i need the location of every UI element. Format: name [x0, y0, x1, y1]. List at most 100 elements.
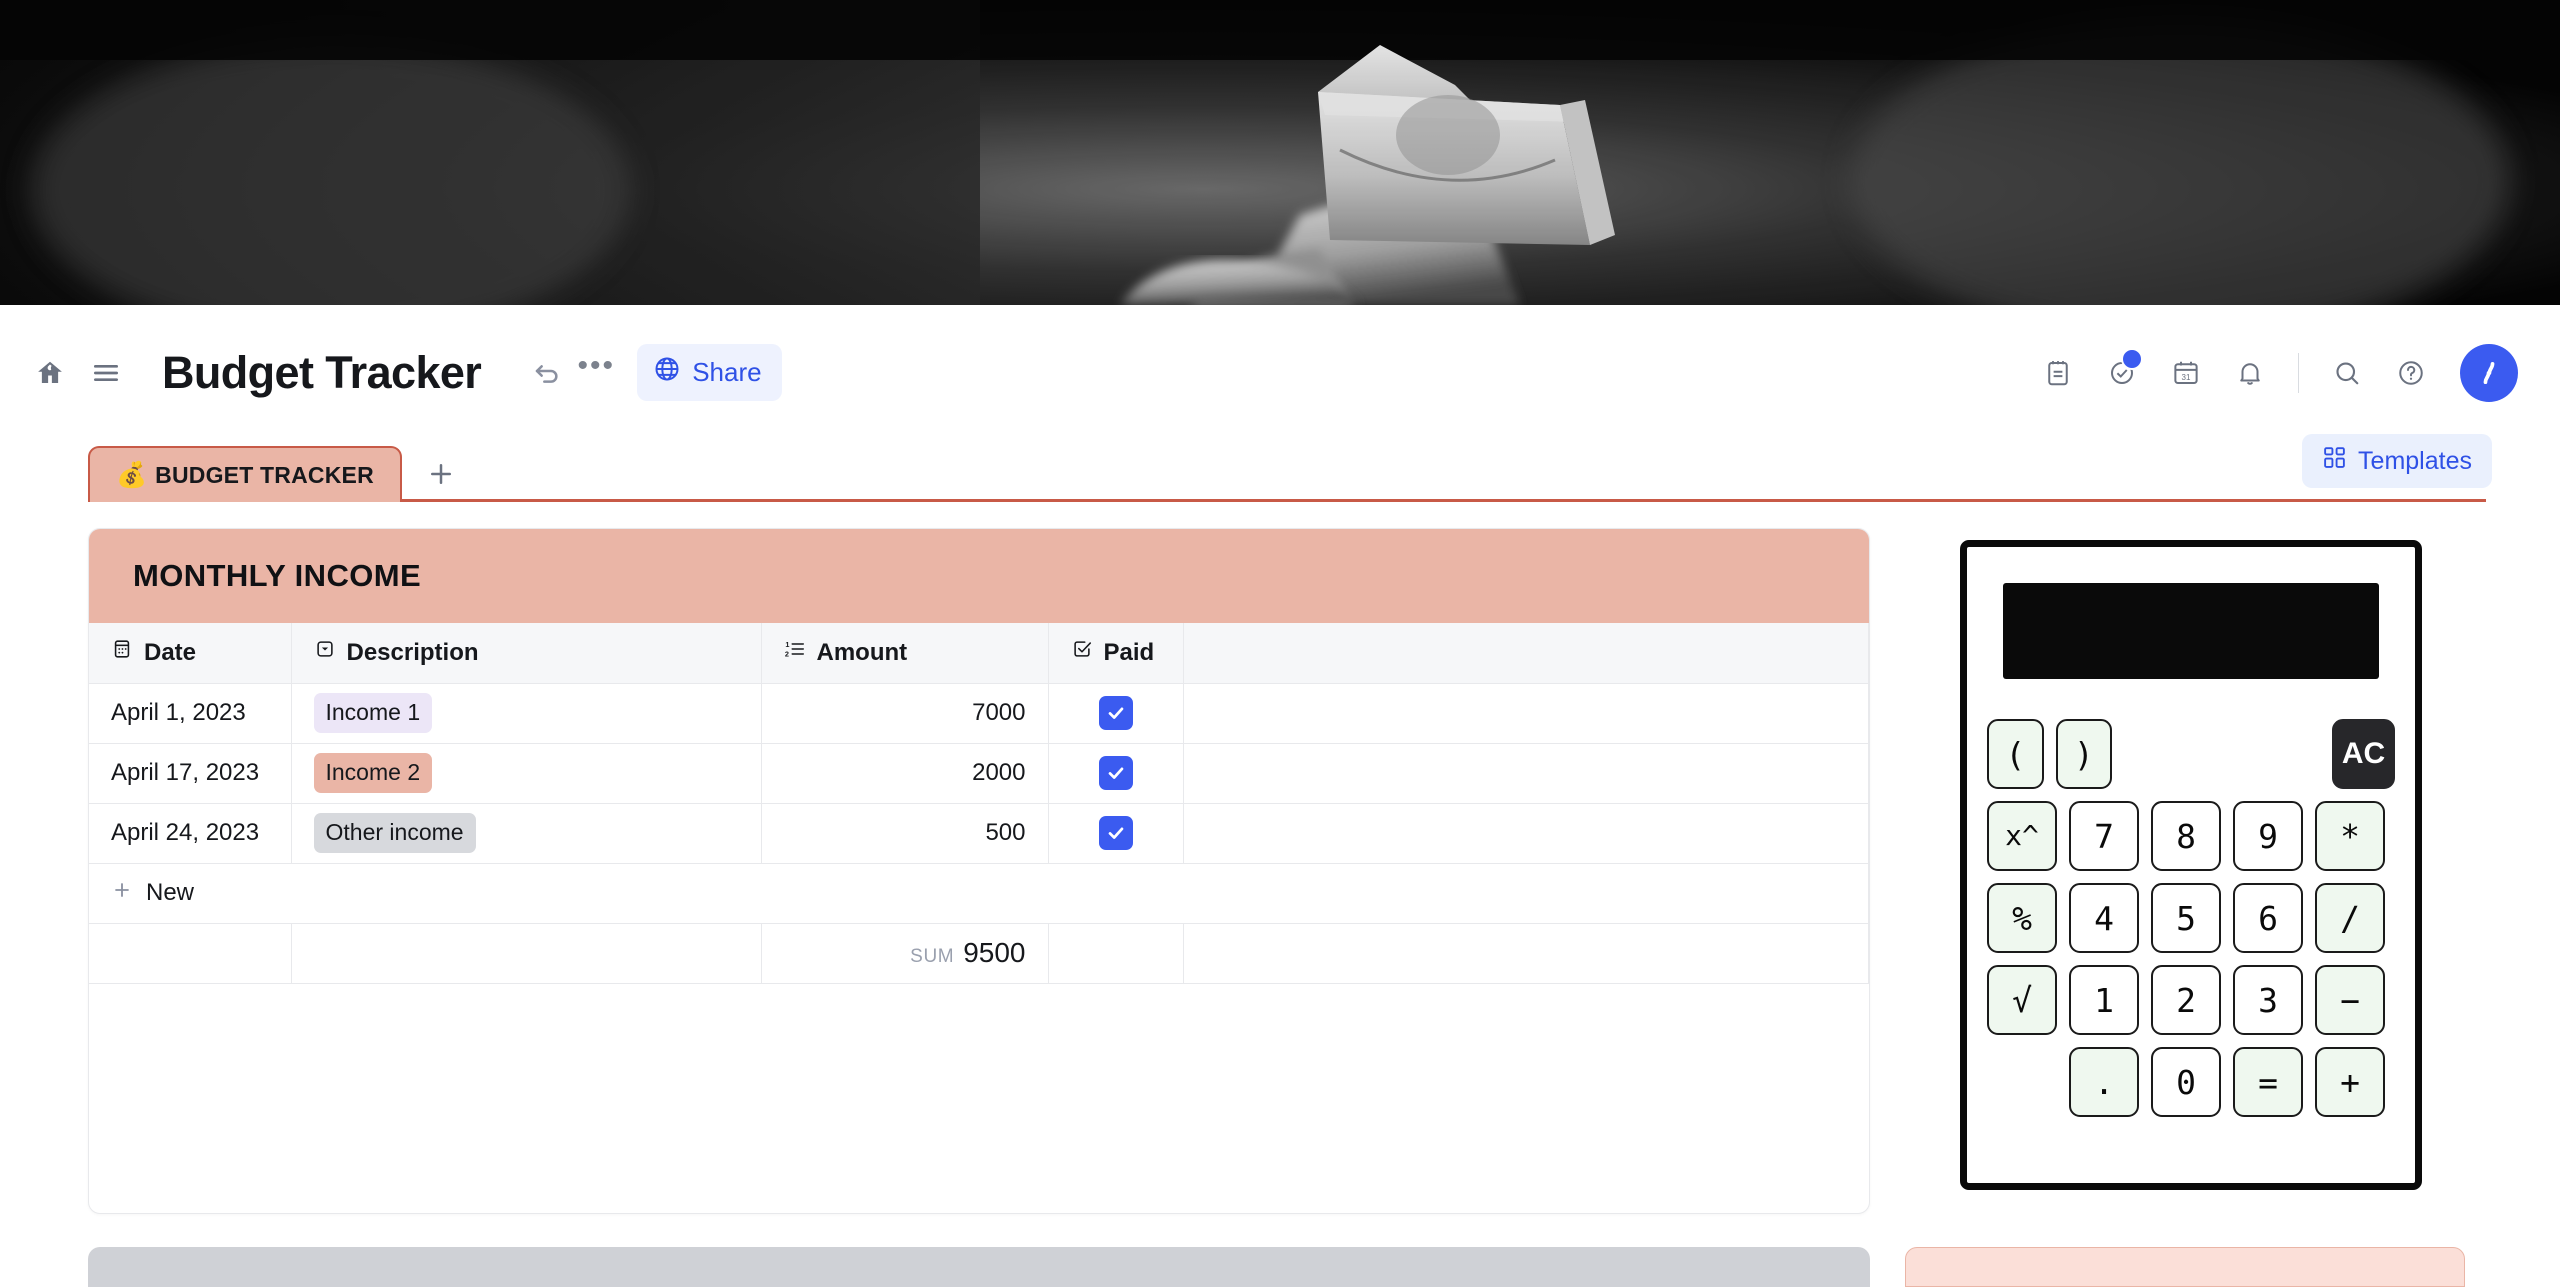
calc-key-minus[interactable]: − [2315, 965, 2385, 1035]
calc-key-4[interactable]: 4 [2069, 883, 2139, 953]
add-new-row-cell[interactable]: New [89, 863, 1869, 924]
calculator-row: x^ 7 8 9 * [1987, 801, 2395, 871]
description-tag: Other income [313, 813, 476, 853]
next-widget-card-peek[interactable] [1905, 1247, 2465, 1287]
paid-checkbox[interactable] [1098, 815, 1133, 850]
calc-row-spacer [2124, 719, 2320, 789]
home-icon[interactable] [22, 345, 78, 401]
calculator-row: √ 1 2 3 − [1987, 965, 2395, 1035]
table-row[interactable]: April 17, 2023 Income 2 2000 [89, 743, 1869, 804]
add-new-row[interactable]: New [89, 863, 1869, 924]
calc-key-3[interactable]: 3 [2233, 965, 2303, 1035]
tab-budget-tracker-label: BUDGET TRACKER [155, 461, 374, 488]
column-header-description-label: Description [346, 638, 479, 666]
calculator-row: ( ) AC [1987, 719, 2395, 789]
next-section-card-peek[interactable] [88, 1247, 1870, 1287]
calendar-field-icon [111, 638, 133, 667]
summary-amount-cell[interactable]: SUM 9500 [761, 923, 1049, 984]
cell-amount[interactable]: 500 [761, 803, 1049, 864]
card-title: MONTHLY INCOME [133, 558, 422, 593]
calc-key-2[interactable]: 2 [2151, 965, 2221, 1035]
tab-budget-tracker[interactable]: 💰 BUDGET TRACKER [88, 446, 402, 502]
cell-paid[interactable] [1048, 683, 1184, 744]
header-divider [2298, 352, 2299, 393]
calc-key-power[interactable]: x^ [1987, 801, 2057, 871]
paid-checkbox[interactable] [1098, 755, 1133, 790]
calc-key-plus[interactable]: + [2315, 1047, 2385, 1117]
undo-icon[interactable] [521, 347, 573, 399]
column-header-paid[interactable]: Paid [1048, 623, 1184, 684]
card-banner: MONTHLY INCOME [89, 529, 1869, 623]
cell-date[interactable]: April 17, 2023 [89, 743, 292, 804]
summary-spacer-rest [1183, 923, 1869, 984]
calc-key-sqrt[interactable]: √ [1987, 965, 2057, 1035]
templates-button-label: Templates [2358, 446, 2472, 475]
column-header-description[interactable]: Description [291, 623, 762, 684]
cell-description[interactable]: Other income [291, 803, 762, 864]
description-tag: Income 1 [313, 693, 433, 733]
calendar-icon[interactable]: 31 [2157, 344, 2215, 402]
templates-button[interactable]: Templates [2302, 434, 2492, 488]
calculator-display[interactable] [2003, 583, 2379, 679]
svg-text:31: 31 [2182, 372, 2191, 381]
calc-key-close-paren[interactable]: ) [2055, 719, 2113, 789]
help-circle-icon[interactable] [2382, 344, 2440, 402]
user-avatar-icon[interactable] [2460, 343, 2518, 402]
cell-paid[interactable] [1048, 743, 1184, 804]
cell-amount[interactable]: 2000 [761, 743, 1049, 804]
column-header-date[interactable]: Date [89, 623, 292, 684]
paid-checkbox[interactable] [1098, 695, 1133, 730]
share-button[interactable]: Share [637, 344, 782, 401]
summary-spacer-desc [291, 923, 762, 984]
cell-amount[interactable]: 7000 [761, 683, 1049, 744]
calc-row-spacer [1987, 1047, 2057, 1117]
calc-key-divide[interactable]: / [2315, 883, 2385, 953]
notepad-icon[interactable] [2029, 344, 2087, 402]
description-tag: Income 2 [313, 753, 433, 793]
table-header-row: Date Description 12 Amount Paid [89, 623, 1869, 684]
column-header-spacer [1183, 623, 1869, 684]
column-header-paid-label: Paid [1103, 638, 1155, 666]
money-bag-icon: 💰 [116, 460, 148, 489]
calc-key-6[interactable]: 6 [2233, 883, 2303, 953]
cell-paid[interactable] [1048, 803, 1184, 864]
more-options-button[interactable]: ••• [573, 350, 619, 396]
dropdown-field-icon [314, 638, 336, 667]
calc-key-all-clear[interactable]: AC [2332, 719, 2395, 789]
calc-key-1[interactable]: 1 [2069, 965, 2139, 1035]
calc-key-7[interactable]: 7 [2069, 801, 2139, 871]
summary-row: SUM 9500 [89, 923, 1869, 984]
cell-spacer [1183, 683, 1869, 744]
page-title: Budget Tracker [162, 346, 482, 398]
share-button-label: Share [692, 357, 762, 387]
add-tab-button[interactable] [412, 446, 470, 502]
hamburger-menu-icon[interactable] [78, 345, 134, 401]
sum-value: 9500 [963, 937, 1026, 968]
sum-label: SUM [910, 946, 955, 967]
calc-key-5[interactable]: 5 [2151, 883, 2221, 953]
cell-date[interactable]: April 1, 2023 [89, 683, 292, 744]
column-header-amount[interactable]: 12 Amount [761, 623, 1049, 684]
cell-description[interactable]: Income 1 [291, 683, 762, 744]
cell-date[interactable]: April 24, 2023 [89, 803, 292, 864]
summary-spacer-paid [1048, 923, 1184, 984]
number-field-icon: 12 [784, 638, 806, 667]
calc-key-percent[interactable]: % [1987, 883, 2057, 953]
calc-key-9[interactable]: 9 [2233, 801, 2303, 871]
calc-key-multiply[interactable]: * [2315, 801, 2385, 871]
table-row[interactable]: April 24, 2023 Other income 500 [89, 803, 1869, 864]
calc-key-8[interactable]: 8 [2151, 801, 2221, 871]
calc-key-open-paren[interactable]: ( [1987, 719, 2044, 789]
bell-icon[interactable] [2221, 344, 2279, 402]
check-circle-icon[interactable] [2093, 344, 2151, 402]
checkbox-field-icon [1071, 638, 1093, 667]
column-header-amount-label: Amount [816, 638, 908, 666]
cell-description[interactable]: Income 2 [291, 743, 762, 804]
calc-key-decimal[interactable]: . [2069, 1047, 2139, 1117]
calc-key-equals[interactable]: = [2233, 1047, 2303, 1117]
calc-key-0[interactable]: 0 [2151, 1047, 2221, 1117]
cell-spacer [1183, 743, 1869, 804]
search-icon[interactable] [2318, 344, 2376, 402]
table-row[interactable]: April 1, 2023 Income 1 7000 [89, 683, 1869, 744]
monthly-income-card: MONTHLY INCOME Date Description 1 2 Amou… [88, 528, 1870, 1214]
